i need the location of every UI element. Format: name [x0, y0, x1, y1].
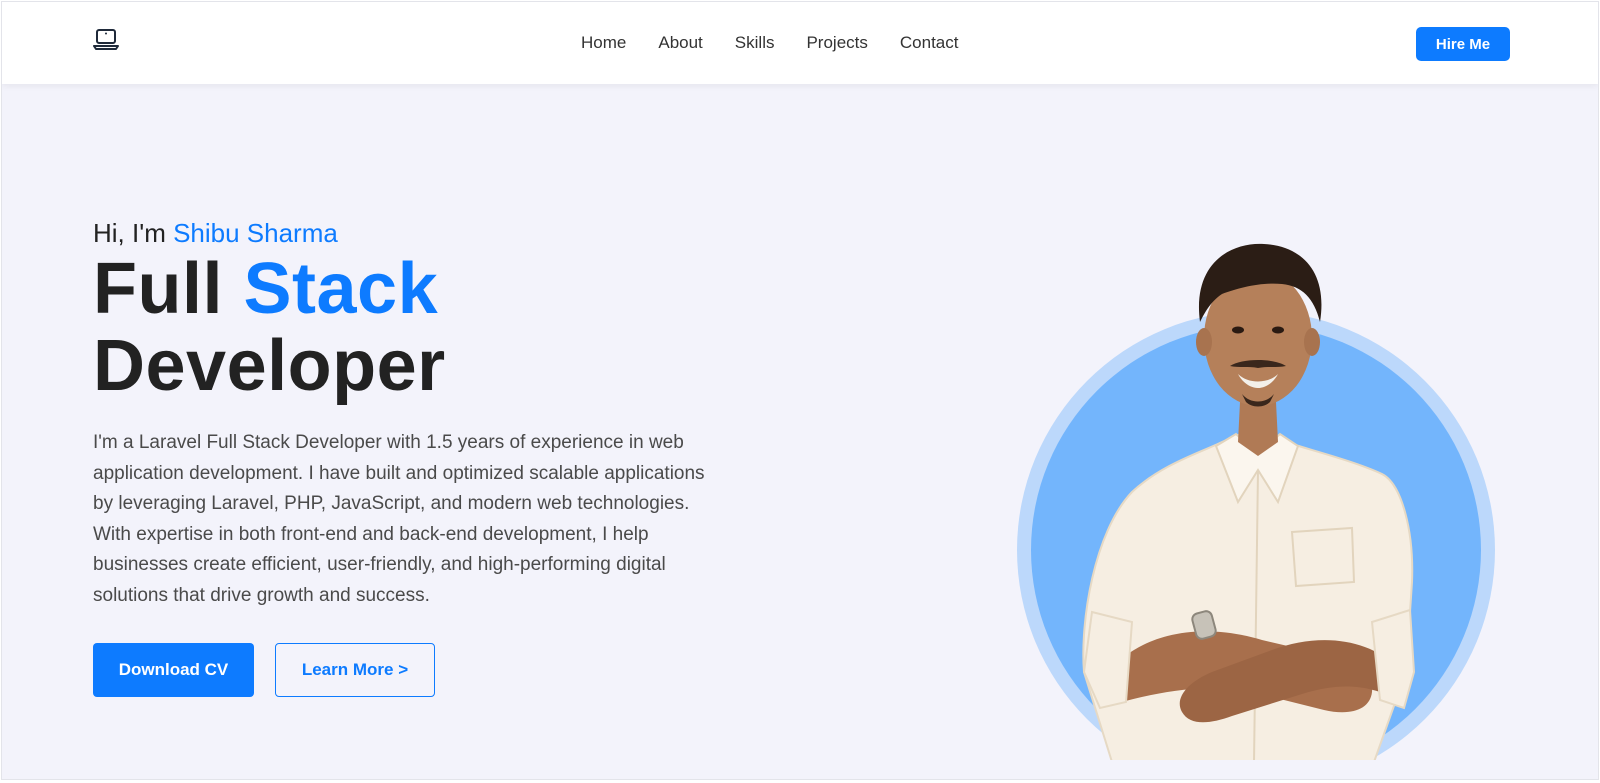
download-cv-button[interactable]: Download CV [93, 643, 254, 697]
profile-portrait [1002, 202, 1522, 779]
person-illustration [1082, 243, 1416, 760]
hero-bio: I'm a Laravel Full Stack Developer with … [93, 432, 705, 606]
greeting-prefix: Hi, I'm [93, 218, 174, 248]
laptop-icon[interactable] [93, 28, 119, 52]
hero-intro: Hi, I'm Shibu Sharma Full Stack Develope… [93, 215, 733, 697]
headline-part2: Developer [93, 326, 446, 406]
headline-part1: Full [93, 249, 244, 329]
headline-accent: Stack [243, 249, 439, 329]
nav-link-skills[interactable]: Skills [735, 33, 775, 53]
nav-menu: Home About Skills Projects Contact [581, 33, 958, 53]
nav-link-projects[interactable]: Projects [806, 33, 867, 53]
navbar: Home About Skills Projects Contact Hire … [2, 2, 1598, 84]
nav-link-home[interactable]: Home [581, 33, 626, 53]
learn-more-button[interactable]: Learn More > [275, 643, 435, 697]
developer-name: Shibu Sharma [173, 218, 338, 248]
page: Home About Skills Projects Contact Hire … [1, 1, 1599, 780]
hire-me-button[interactable]: Hire Me [1416, 27, 1510, 61]
hero-headline: Full Stack Developer [93, 251, 733, 405]
greeting: Hi, I'm Shibu Sharma [93, 215, 733, 251]
nav-link-about[interactable]: About [658, 33, 702, 53]
nav-link-contact[interactable]: Contact [900, 33, 959, 53]
hero-actions: Download CV Learn More > [93, 643, 733, 697]
